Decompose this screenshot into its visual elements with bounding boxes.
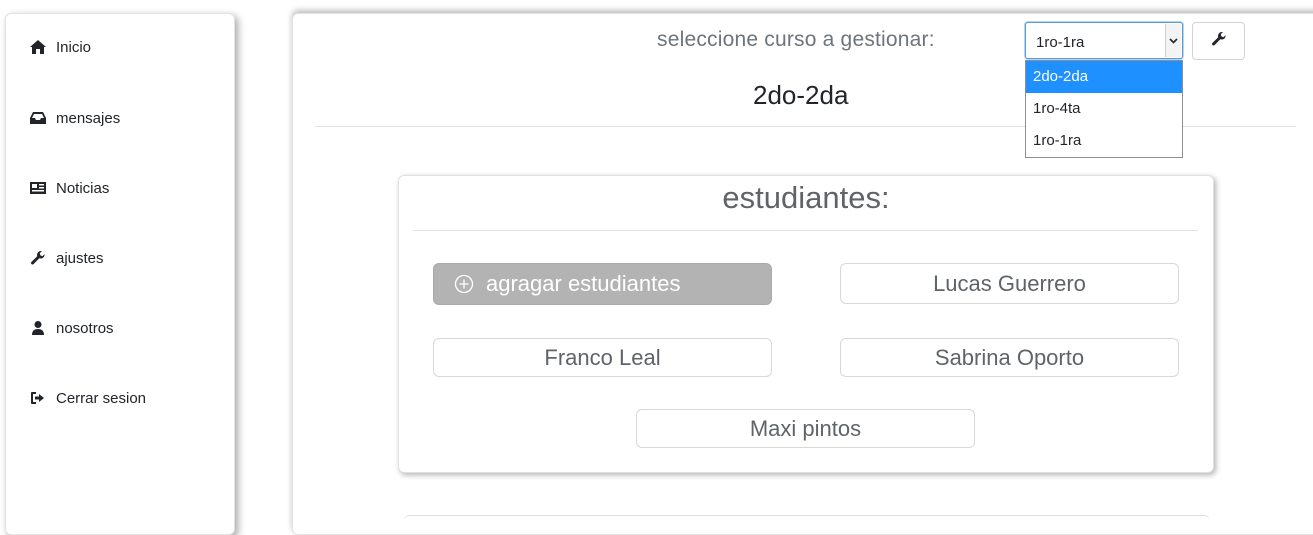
add-students-label: agragar estudiantes	[486, 271, 681, 296]
sidebar-item-label: Noticias	[56, 179, 110, 197]
sidebar-item-ajustes[interactable]: ajustes	[28, 249, 104, 267]
divider	[413, 230, 1198, 231]
course-title: 2do-2da	[753, 80, 849, 110]
sidebar-item-label: Inicio	[56, 38, 92, 56]
sidebar	[5, 13, 235, 535]
home-icon	[28, 38, 48, 56]
sidebar-item-label: mensajes	[56, 109, 121, 127]
dropdown-option[interactable]: 2do-2da	[1026, 61, 1182, 93]
chevron-down-icon[interactable]	[1165, 24, 1181, 57]
course-select[interactable]: 1ro-1ra	[1025, 22, 1183, 59]
student-button[interactable]: Franco Leal	[433, 338, 772, 377]
students-title: estudiantes:	[722, 180, 890, 215]
course-select-label: seleccione curso a gestionar:	[657, 28, 935, 51]
sidebar-item-cerrar-sesion[interactable]: Cerrar sesion	[28, 389, 146, 407]
sidebar-item-inicio[interactable]: Inicio	[28, 38, 91, 56]
student-button[interactable]: Sabrina Oporto	[840, 338, 1179, 377]
sidebar-item-label: Cerrar sesion	[56, 389, 147, 407]
wrench-icon	[1211, 31, 1227, 52]
sidebar-item-label: nosotros	[56, 319, 114, 337]
plus-circle-icon	[454, 274, 474, 294]
student-button[interactable]: Lucas Guerrero	[840, 263, 1179, 304]
next-card-edge	[404, 515, 1210, 526]
course-settings-button[interactable]	[1192, 22, 1245, 60]
sidebar-item-noticias[interactable]: Noticias	[28, 179, 109, 197]
sidebar-item-label: ajustes	[56, 249, 104, 267]
wrench-icon	[28, 249, 48, 267]
inbox-icon	[28, 109, 48, 127]
student-button[interactable]: Maxi pintos	[636, 409, 975, 448]
course-select-value: 1ro-1ra	[1036, 34, 1085, 51]
sidebar-item-mensajes[interactable]: mensajes	[28, 109, 120, 127]
dropdown-option[interactable]: 1ro-4ta	[1026, 93, 1182, 125]
sign-out-icon	[28, 389, 48, 407]
course-dropdown-list: 2do-2da 1ro-4ta 1ro-1ra	[1025, 60, 1183, 158]
add-students-button[interactable]: agragar estudiantes	[433, 263, 772, 305]
dropdown-option[interactable]: 1ro-1ra	[1026, 125, 1182, 157]
sidebar-item-nosotros[interactable]: nosotros	[28, 319, 114, 337]
user-icon	[28, 319, 48, 337]
newspaper-icon	[28, 179, 48, 197]
